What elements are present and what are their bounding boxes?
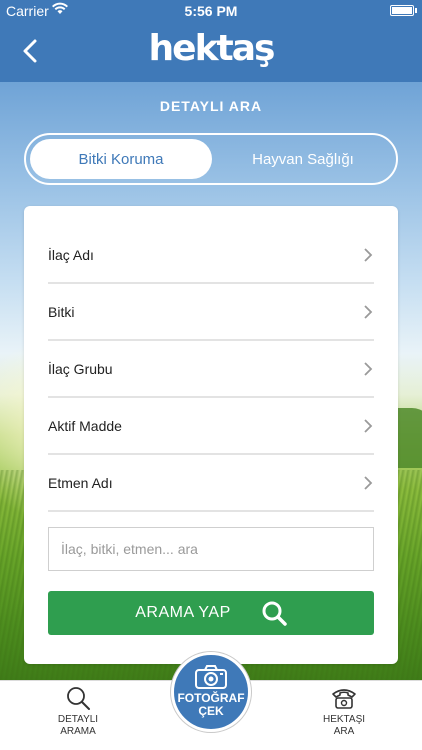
filter-label: Bitki	[48, 303, 75, 320]
take-photo-button[interactable]: FOTOĞRAF ÇEK	[171, 652, 251, 732]
brand-logo: hektaş	[148, 28, 276, 69]
filter-label: Aktif Madde	[48, 417, 122, 434]
chevron-right-icon	[364, 418, 373, 433]
search-form-card: İlaç Adı Bitki İlaç Grubu Aktif Madde Et…	[24, 206, 398, 664]
filter-label: İlaç Adı	[48, 246, 94, 263]
chevron-right-icon	[364, 247, 373, 262]
filter-row-etmen-adi[interactable]: Etmen Adı	[48, 455, 374, 512]
chevron-right-icon	[364, 475, 373, 490]
fab-label-line2: ÇEK	[198, 704, 224, 718]
segment-hayvan-sagligi[interactable]: Hayvan Sağlığı	[212, 139, 394, 179]
fab-label-line1: FOTOĞRAF	[177, 691, 245, 705]
filter-label: İlaç Grubu	[48, 360, 113, 377]
search-input[interactable]	[48, 527, 374, 571]
phone-icon	[332, 689, 356, 709]
chevron-right-icon	[364, 361, 373, 376]
filter-row-ilac-grubu[interactable]: İlaç Grubu	[48, 341, 374, 398]
tab-label-line1: HEKTAŞI	[322, 714, 366, 725]
tab-label-line2: ARAMA	[60, 726, 96, 737]
filter-label: Etmen Adı	[48, 474, 113, 491]
search-icon	[67, 687, 90, 710]
navigation-bar: hektaş	[0, 22, 422, 82]
tab-label-line1: DETAYLI	[57, 714, 99, 725]
filter-row-bitki[interactable]: Bitki	[48, 284, 374, 341]
camera-icon	[195, 665, 227, 689]
tab-label-line2: ARA	[333, 726, 355, 737]
segment-bitki-koruma[interactable]: Bitki Koruma	[30, 139, 212, 179]
page-title: DETAYLI ARA	[159, 98, 263, 114]
search-button-label: ARAMA YAP	[135, 604, 231, 621]
status-time: 5:56 PM	[184, 3, 238, 19]
filter-row-aktif-madde[interactable]: Aktif Madde	[48, 398, 374, 455]
category-segmented-control: Bitki Koruma Hayvan Sağlığı	[24, 133, 398, 185]
tab-hektasi-ara[interactable]: HEKTAŞI ARA	[289, 685, 399, 738]
search-button[interactable]: ARAMA YAP	[48, 591, 374, 635]
filter-row-ilac-adi[interactable]: İlaç Adı	[48, 227, 374, 284]
chevron-right-icon	[364, 304, 373, 319]
status-bar: Carrier 5:56 PM	[0, 0, 422, 22]
battery-icon	[390, 5, 417, 16]
tab-detayli-arama[interactable]: DETAYLI ARAMA	[23, 685, 133, 738]
search-icon	[262, 601, 287, 626]
